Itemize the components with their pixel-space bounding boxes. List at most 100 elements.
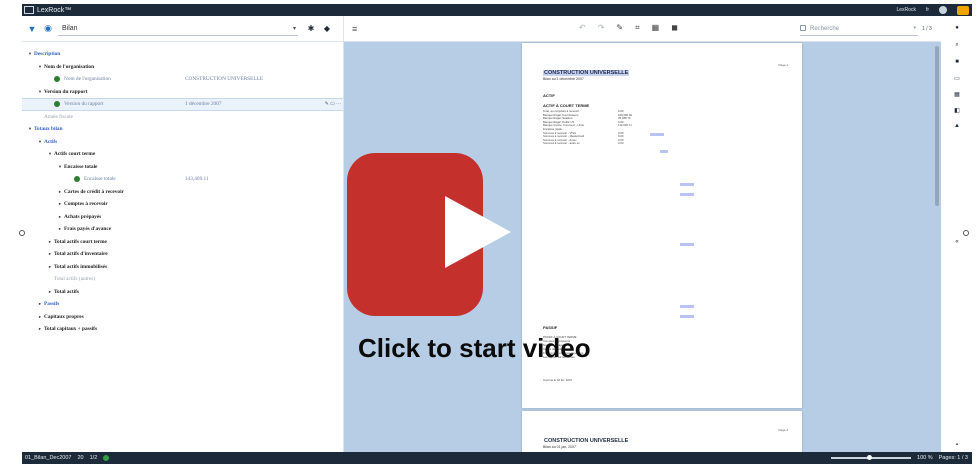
tree-row[interactable]: ▾ Totaux bilan (22, 123, 343, 136)
search-icon[interactable]: ⌕ (953, 41, 961, 49)
bookmark-icon[interactable]: ◧ (953, 106, 961, 114)
chevron-right-icon[interactable]: ▸ (36, 326, 44, 332)
tree-row[interactable]: ▾ Actifs court terme (22, 148, 343, 161)
chat-icon[interactable]: ◼ (671, 23, 678, 33)
chevron-right-icon[interactable]: ▸ (56, 214, 64, 220)
chevron-down-icon[interactable]: ▾ (26, 126, 34, 132)
play-caption[interactable]: Click to start video (358, 333, 591, 364)
chevron-right-icon[interactable]: ▸ (56, 226, 64, 232)
layers-icon[interactable]: ◆ (322, 24, 332, 34)
tree-row[interactable]: ▾ Version du rapport (22, 86, 343, 99)
chevron-down-icon[interactable]: ▾ (56, 164, 64, 170)
tagged-value[interactable] (680, 183, 694, 186)
redo-icon[interactable]: ↷ (598, 23, 605, 33)
tree-row[interactable]: ▸ Cartes de crédit à recevoir (22, 186, 343, 199)
chevron-down-icon: ▾ (913, 25, 916, 31)
tree-row[interactable]: Année fiscale (22, 111, 343, 124)
notification-icon[interactable] (939, 6, 947, 14)
tree-row-value[interactable]: 1 décembre 2007 (185, 101, 221, 107)
tree-row[interactable]: ▸ Total actifs court terme (22, 236, 343, 249)
status-bar: 01_Bilan_Dec2007 20 1/2 100 % Pages: 1 /… (22, 452, 972, 464)
tree-row[interactable]: ▾ Actifs (22, 136, 343, 149)
chevron-right-icon[interactable]: ▸ (46, 264, 54, 270)
chevron-right-icon[interactable]: ▸ (56, 189, 64, 195)
tree-row[interactable]: ▸ Passifs (22, 298, 343, 311)
tree-row-label: Totaux bilan (34, 126, 63, 133)
chevron-right-icon[interactable]: ▸ (46, 289, 54, 295)
tree-row-label: Total actifs court terme (54, 238, 107, 245)
search-input[interactable]: Recherche ▾ (800, 22, 918, 36)
zoom-slider[interactable] (831, 455, 912, 460)
pen-icon[interactable]: ✎ (616, 23, 623, 33)
file-name: 01_Bilan_Dec2007 (25, 455, 72, 461)
collapse-icon[interactable]: « (953, 238, 961, 246)
chevron-right-icon[interactable]: ▸ (56, 201, 64, 207)
structure-panel: ▼ ◉ Bilan ▾ ✱ ◆ ▾ Description ▾ Nom de l'or… (22, 16, 344, 454)
crop-icon[interactable]: ⌗ (635, 23, 640, 33)
table-icon[interactable]: ▦ (652, 23, 660, 33)
chevron-down-icon[interactable]: ▾ (36, 139, 44, 145)
chevron-down-icon[interactable]: ▾ (36, 89, 44, 95)
tree-row-value[interactable]: CONSTRUCTION UNIVERSELLE (185, 76, 263, 82)
tree-row-label: Version du rapport (44, 88, 88, 95)
printed-date: Imprimé le 18 fév. 2007 (543, 378, 573, 382)
tree-row[interactable]: ▸ Capitaux propres (22, 311, 343, 324)
chevron-right-icon[interactable]: ▸ (36, 314, 44, 320)
tagged-value[interactable] (650, 133, 664, 136)
tagged-value[interactable] (680, 193, 694, 196)
info-icon[interactable]: ● (953, 24, 961, 32)
chart-icon[interactable]: ▭ (953, 74, 961, 82)
report-select[interactable]: Bilan ▾ (58, 22, 298, 36)
page-title[interactable]: CONSTRUCTION UNIVERSELLE (543, 70, 630, 76)
chevron-down-icon[interactable]: ▾ (36, 64, 44, 70)
tree-row[interactable]: Total actifs (autres) (22, 273, 343, 286)
comment-icon[interactable]: ■ (953, 58, 961, 66)
tree-row[interactable]: Version du rapport 1 décembre 2007 ✎ ▭ ⋯ (22, 98, 343, 111)
tagged-value[interactable] (680, 315, 694, 318)
chevron-down-icon[interactable]: ▾ (26, 51, 34, 57)
eye-icon[interactable]: ◉ (42, 23, 54, 35)
play-icon[interactable] (445, 196, 511, 268)
tree-row[interactable]: ▸ Total actifs (22, 286, 343, 299)
gear-icon[interactable]: ✱ (306, 24, 316, 34)
page-number: Page 1 (778, 63, 788, 67)
page-number: Page 2 (778, 428, 788, 432)
nav-handle-left[interactable] (19, 230, 25, 236)
chevron-right-icon[interactable]: ▸ (46, 239, 54, 245)
tagged-value[interactable] (680, 243, 694, 246)
zoom-thumb[interactable] (867, 455, 873, 460)
pin-icon[interactable]: ▪ (953, 441, 961, 449)
tree-row[interactable]: ▸ Frais payés d'avance (22, 223, 343, 236)
chevron-right-icon[interactable]: ▸ (36, 301, 44, 307)
viewer-scrollbar[interactable] (935, 46, 939, 206)
nav-handle-right[interactable] (963, 230, 969, 236)
tree-row[interactable]: ▸ Total capitaux + passifs (22, 323, 343, 336)
tree-row[interactable]: ▾ Nom de l'organisation (22, 61, 343, 74)
filter-icon[interactable]: ▼ (26, 23, 38, 35)
tree-row[interactable]: ▸ Comptes à recevoir (22, 198, 343, 211)
pages-indicator: Pages: 1 / 3 (938, 455, 968, 461)
undo-icon[interactable]: ↶ (579, 23, 586, 33)
language-selector[interactable]: fr (926, 7, 929, 13)
tree-row[interactable]: Nom de l'organisation CONSTRUCTION UNIVER… (22, 73, 343, 86)
chevron-down-icon[interactable]: ▾ (46, 151, 54, 157)
tree-row-value[interactable]: 143,409.11 (185, 176, 209, 182)
tagged-value[interactable] (660, 150, 668, 153)
chevron-right-icon[interactable]: ▸ (46, 251, 54, 257)
brand-label: LexRock (896, 7, 916, 13)
tree-row[interactable]: Encaisse totale 143,409.11 (22, 173, 343, 186)
row-actions[interactable]: ✎ ▭ ⋯ (325, 101, 341, 107)
lock-icon[interactable]: ▲ (953, 122, 961, 130)
user-avatar[interactable] (957, 5, 969, 15)
tree-row[interactable]: ▾ Description (22, 48, 343, 61)
tree-row[interactable]: ▾ Encaisse totale (22, 161, 343, 174)
table-icon[interactable]: ▦ (953, 90, 961, 98)
section-actif: ACTIF (543, 93, 555, 98)
tree-row[interactable]: ▸ Total actifs immobilisés (22, 261, 343, 274)
tree-row[interactable]: ▸ Total actifs d'inventaire (22, 248, 343, 261)
tree-row[interactable]: ▸ Achats prépayés (22, 211, 343, 224)
menu-icon[interactable]: ≡ (352, 24, 357, 34)
section-passif: PASSIF (543, 325, 558, 330)
tagged-value[interactable] (680, 305, 694, 308)
tree-row-label: Nom de l'organisation (64, 76, 111, 83)
